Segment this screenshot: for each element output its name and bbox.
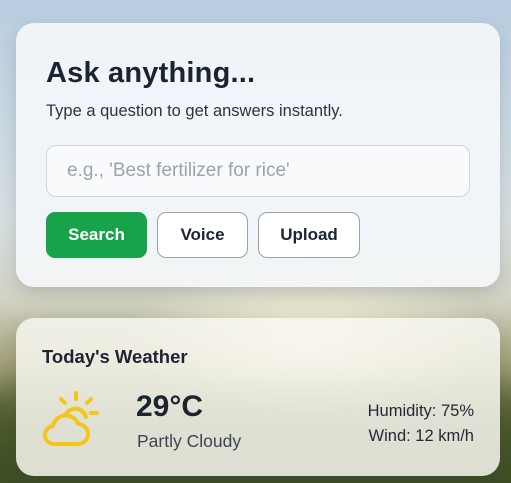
voice-button[interactable]: Voice	[157, 212, 248, 258]
upload-button[interactable]: Upload	[258, 212, 360, 258]
action-buttons: Search Voice Upload	[46, 212, 470, 258]
weather-card: Today's Weather 29°C Partly Cloudy Humid…	[16, 318, 500, 476]
weather-condition: Partly Cloudy	[137, 431, 242, 451]
ask-title: Ask anything...	[46, 57, 256, 89]
temperature: 29°C	[136, 390, 204, 423]
search-input[interactable]	[46, 145, 470, 197]
humidity-label: Humidity: 75%	[367, 402, 474, 420]
wind-label: Wind: 12 km/h	[368, 427, 474, 445]
weather-stats: Humidity: 75% Wind: 12 km/h	[368, 399, 474, 449]
search-button[interactable]: Search	[46, 212, 147, 258]
partly-cloudy-icon	[40, 390, 102, 452]
weather-title: Today's Weather	[42, 346, 188, 367]
ask-card: Ask anything... Type a question to get a…	[16, 23, 500, 287]
ask-subtitle: Type a question to get answers instantly…	[46, 102, 343, 120]
